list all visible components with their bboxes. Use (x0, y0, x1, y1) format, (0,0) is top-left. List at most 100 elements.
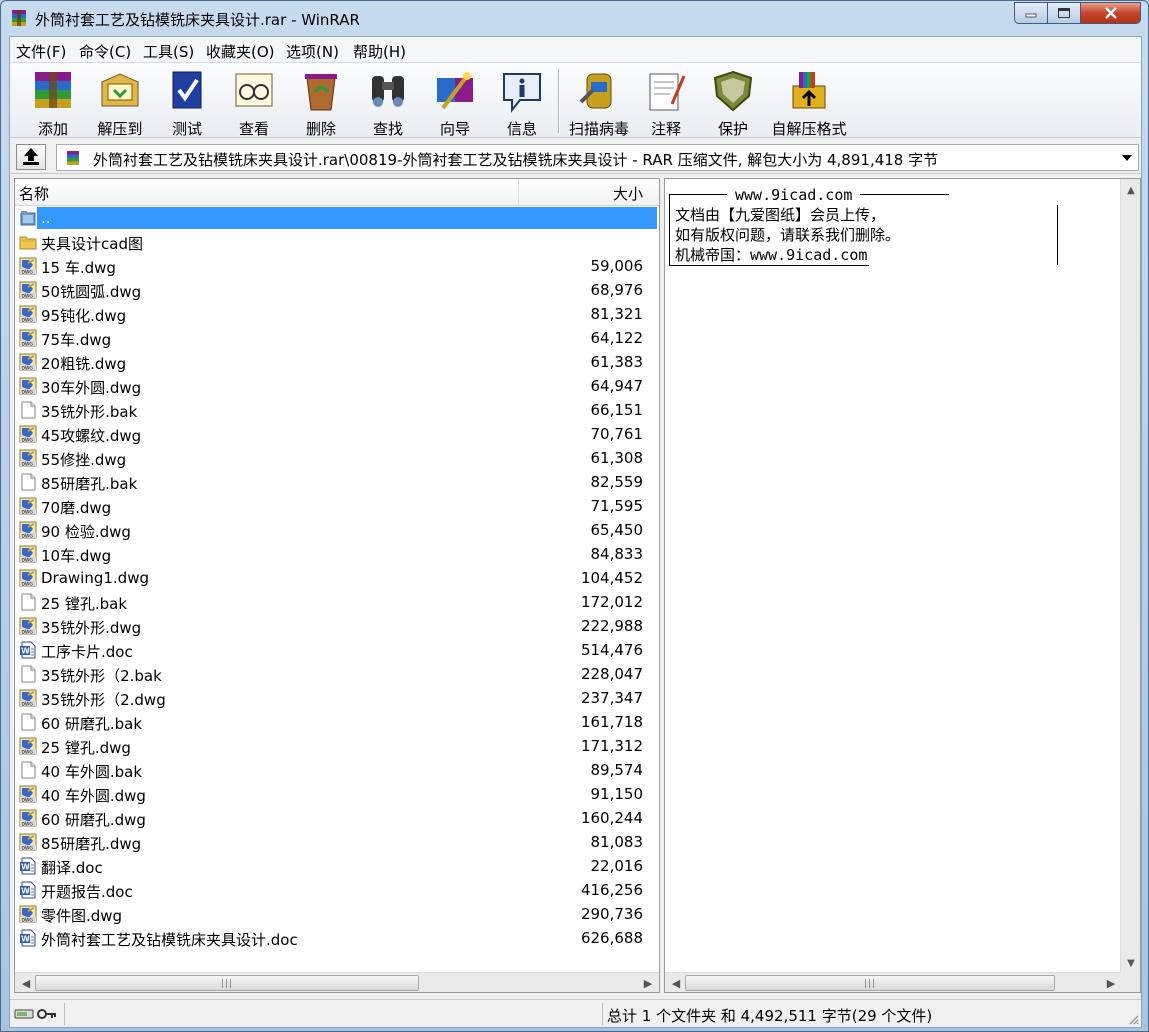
file-row[interactable]: DWG 零件图.dwg 290,736 (15, 902, 659, 926)
blank-file-icon (19, 401, 37, 419)
comment-box: www.9icad.com 文档由【九爱图纸】会员上传， 如有版权问题，请联系我… (669, 185, 1061, 269)
file-row[interactable]: DWG Drawing1.dwg 104,452 (15, 566, 659, 590)
file-row[interactable]: 85研磨孔.bak 82,559 (15, 470, 659, 494)
sfx-label: 自解压格式 (771, 120, 847, 138)
comment-scroll-left-icon[interactable]: ◀ (667, 973, 685, 993)
file-name: 30车外圆.dwg (41, 379, 142, 397)
find-button[interactable]: 查找 (356, 66, 420, 138)
file-size: 65,450 (590, 521, 644, 539)
file-size: 61,308 (590, 449, 644, 467)
comment-scroll-right-icon[interactable]: ▶ (1102, 973, 1120, 993)
file-row[interactable]: DWG 10车.dwg 84,833 (15, 542, 659, 566)
file-row[interactable]: W 开题报告.doc 416,256 (15, 878, 659, 902)
svg-text:DWG: DWG (22, 269, 34, 275)
close-button[interactable] (1080, 2, 1141, 24)
file-name: 25 镗孔.dwg (41, 739, 131, 757)
svg-text:W: W (21, 935, 30, 944)
comment-scroll-thumb[interactable]: ||| (685, 975, 1055, 991)
horizontal-scrollbar[interactable]: ◀ ||| ▶ (15, 972, 659, 992)
file-row[interactable]: DWG 75车.dwg 64,122 (15, 326, 659, 350)
file-name: 外筒衬套工艺及钻模铣床夹具设计.doc (41, 931, 298, 949)
delete-button[interactable]: 删除 (289, 66, 353, 138)
file-row[interactable]: DWG 45攻螺纹.dwg 70,761 (15, 422, 659, 446)
file-size: 64,947 (590, 377, 644, 395)
comment-button[interactable]: 注释 (634, 66, 698, 138)
menu-commands[interactable]: 命令(C) (79, 41, 131, 62)
menu-help[interactable]: 帮助(H) (353, 41, 406, 62)
vertical-scrollbar[interactable]: ▲ ▼ (1120, 179, 1140, 974)
scroll-down-icon[interactable]: ▼ (1121, 954, 1141, 972)
file-row[interactable]: DWG 40 车外圆.dwg 91,150 (15, 782, 659, 806)
svg-text:DWG: DWG (22, 461, 34, 467)
protect-button[interactable]: 保护 (701, 66, 765, 138)
add-button[interactable]: 添加 (21, 66, 85, 138)
wizard-button[interactable]: 向导 (423, 66, 487, 138)
chevron-down-icon (1122, 155, 1132, 161)
menu-options[interactable]: 选项(N) (286, 41, 339, 62)
file-row[interactable]: DWG 60 研磨孔.dwg 160,244 (15, 806, 659, 830)
path-dropdown-button[interactable] (1118, 148, 1136, 168)
file-name: 95钝化.dwg (41, 307, 127, 325)
dwg-file-icon: DWG (19, 569, 37, 587)
up-folder-button[interactable] (16, 144, 46, 170)
scroll-up-icon[interactable]: ▲ (1121, 181, 1141, 199)
resize-grip-icon[interactable] (1127, 1013, 1139, 1025)
file-row[interactable]: DWG 20粗铣.dwg 61,383 (15, 350, 659, 374)
window-title: 外筒衬套工艺及钻模铣床夹具设计.rar - WinRAR (35, 11, 360, 29)
file-row[interactable]: W 翻译.doc 22,016 (15, 854, 659, 878)
file-row[interactable]: DWG 30车外圆.dwg 64,947 (15, 374, 659, 398)
path-field[interactable]: 外筒衬套工艺及钻模铣床夹具设计.rar\00819-外筒衬套工艺及钻模铣床夹具设… (56, 144, 1139, 171)
test-button[interactable]: 测试 (155, 66, 219, 138)
file-row[interactable]: DWG 25 镗孔.dwg 171,312 (15, 734, 659, 758)
dwg-file-icon: DWG (19, 521, 37, 539)
file-row[interactable]: 60 研磨孔.bak 161,718 (15, 710, 659, 734)
virus-scan-button[interactable]: 扫描病毒 (567, 66, 631, 138)
svg-text:DWG: DWG (22, 293, 34, 299)
file-row[interactable]: 夹具设计cad图 (15, 230, 659, 254)
file-size: 64,122 (590, 329, 644, 347)
file-row[interactable]: DWG 90 检验.dwg 65,450 (15, 518, 659, 542)
file-row[interactable]: 35铣外形（2.bak 228,047 (15, 662, 659, 686)
file-row[interactable]: DWG 85研磨孔.dwg 81,083 (15, 830, 659, 854)
extract-to-button[interactable]: 解压到 (88, 66, 152, 138)
file-name: 75车.dwg (41, 331, 112, 349)
file-rows: .. 夹具设计cad图 DWG 15 车.dwg 59,006 DWG 50铣圆弧.dwg 6… (15, 206, 659, 950)
file-name: 翻译.doc (41, 859, 103, 877)
file-row[interactable]: DWG 35铣外形.dwg 222,988 (15, 614, 659, 638)
file-row[interactable]: DWG 55修挫.dwg 61,308 (15, 446, 659, 470)
file-size: 514,476 (580, 641, 643, 659)
scroll-left-icon[interactable]: ◀ (17, 973, 35, 993)
comment-horizontal-scrollbar[interactable]: ◀ ||| ▶ (665, 972, 1122, 992)
maximize-button[interactable] (1047, 2, 1081, 24)
info-button[interactable]: 信息 (490, 66, 554, 138)
file-row[interactable]: DWG 70磨.dwg 71,595 (15, 494, 659, 518)
menu-favorites[interactable]: 收藏夹(O) (206, 41, 275, 62)
drive-key-icon[interactable] (14, 1005, 58, 1023)
view-button[interactable]: 查看 (222, 66, 286, 138)
file-row[interactable]: W 工序卡片.doc 514,476 (15, 638, 659, 662)
file-row[interactable]: 25 镗孔.bak 172,012 (15, 590, 659, 614)
minimize-button[interactable] (1014, 2, 1048, 24)
file-row[interactable]: 40 车外圆.bak 89,574 (15, 758, 659, 782)
column-divider[interactable] (518, 179, 519, 206)
file-row[interactable]: DWG 95钝化.dwg 81,321 (15, 302, 659, 326)
sfx-button[interactable]: 自解压格式 (771, 66, 847, 138)
file-name: 35铣外形（2.bak (41, 667, 162, 685)
dwg-file-icon: DWG (19, 809, 37, 827)
file-row[interactable]: W 外筒衬套工艺及钻模铣床夹具设计.doc 626,688 (15, 926, 659, 950)
menu-file[interactable]: 文件(F) (16, 41, 66, 62)
title-bar[interactable]: 外筒衬套工艺及钻模铣床夹具设计.rar - WinRAR (1, 1, 1148, 35)
column-name-header[interactable]: 名称 (19, 183, 49, 204)
scroll-thumb[interactable]: ||| (35, 975, 419, 991)
file-row[interactable]: 35铣外形.bak 66,151 (15, 398, 659, 422)
file-row[interactable]: DWG 15 车.dwg 59,006 (15, 254, 659, 278)
menu-tools[interactable]: 工具(S) (143, 41, 194, 62)
file-row[interactable]: DWG 35铣外形（2.dwg 237,347 (15, 686, 659, 710)
file-name: 零件图.dwg (41, 907, 123, 925)
column-size-header[interactable]: 大小 (613, 183, 643, 204)
file-row[interactable]: DWG 50铣圆弧.dwg 68,976 (15, 278, 659, 302)
svg-text:DWG: DWG (22, 509, 34, 515)
file-name: 40 车外圆.bak (41, 763, 143, 781)
file-row[interactable]: .. (15, 206, 659, 230)
scroll-right-icon[interactable]: ▶ (639, 973, 657, 993)
